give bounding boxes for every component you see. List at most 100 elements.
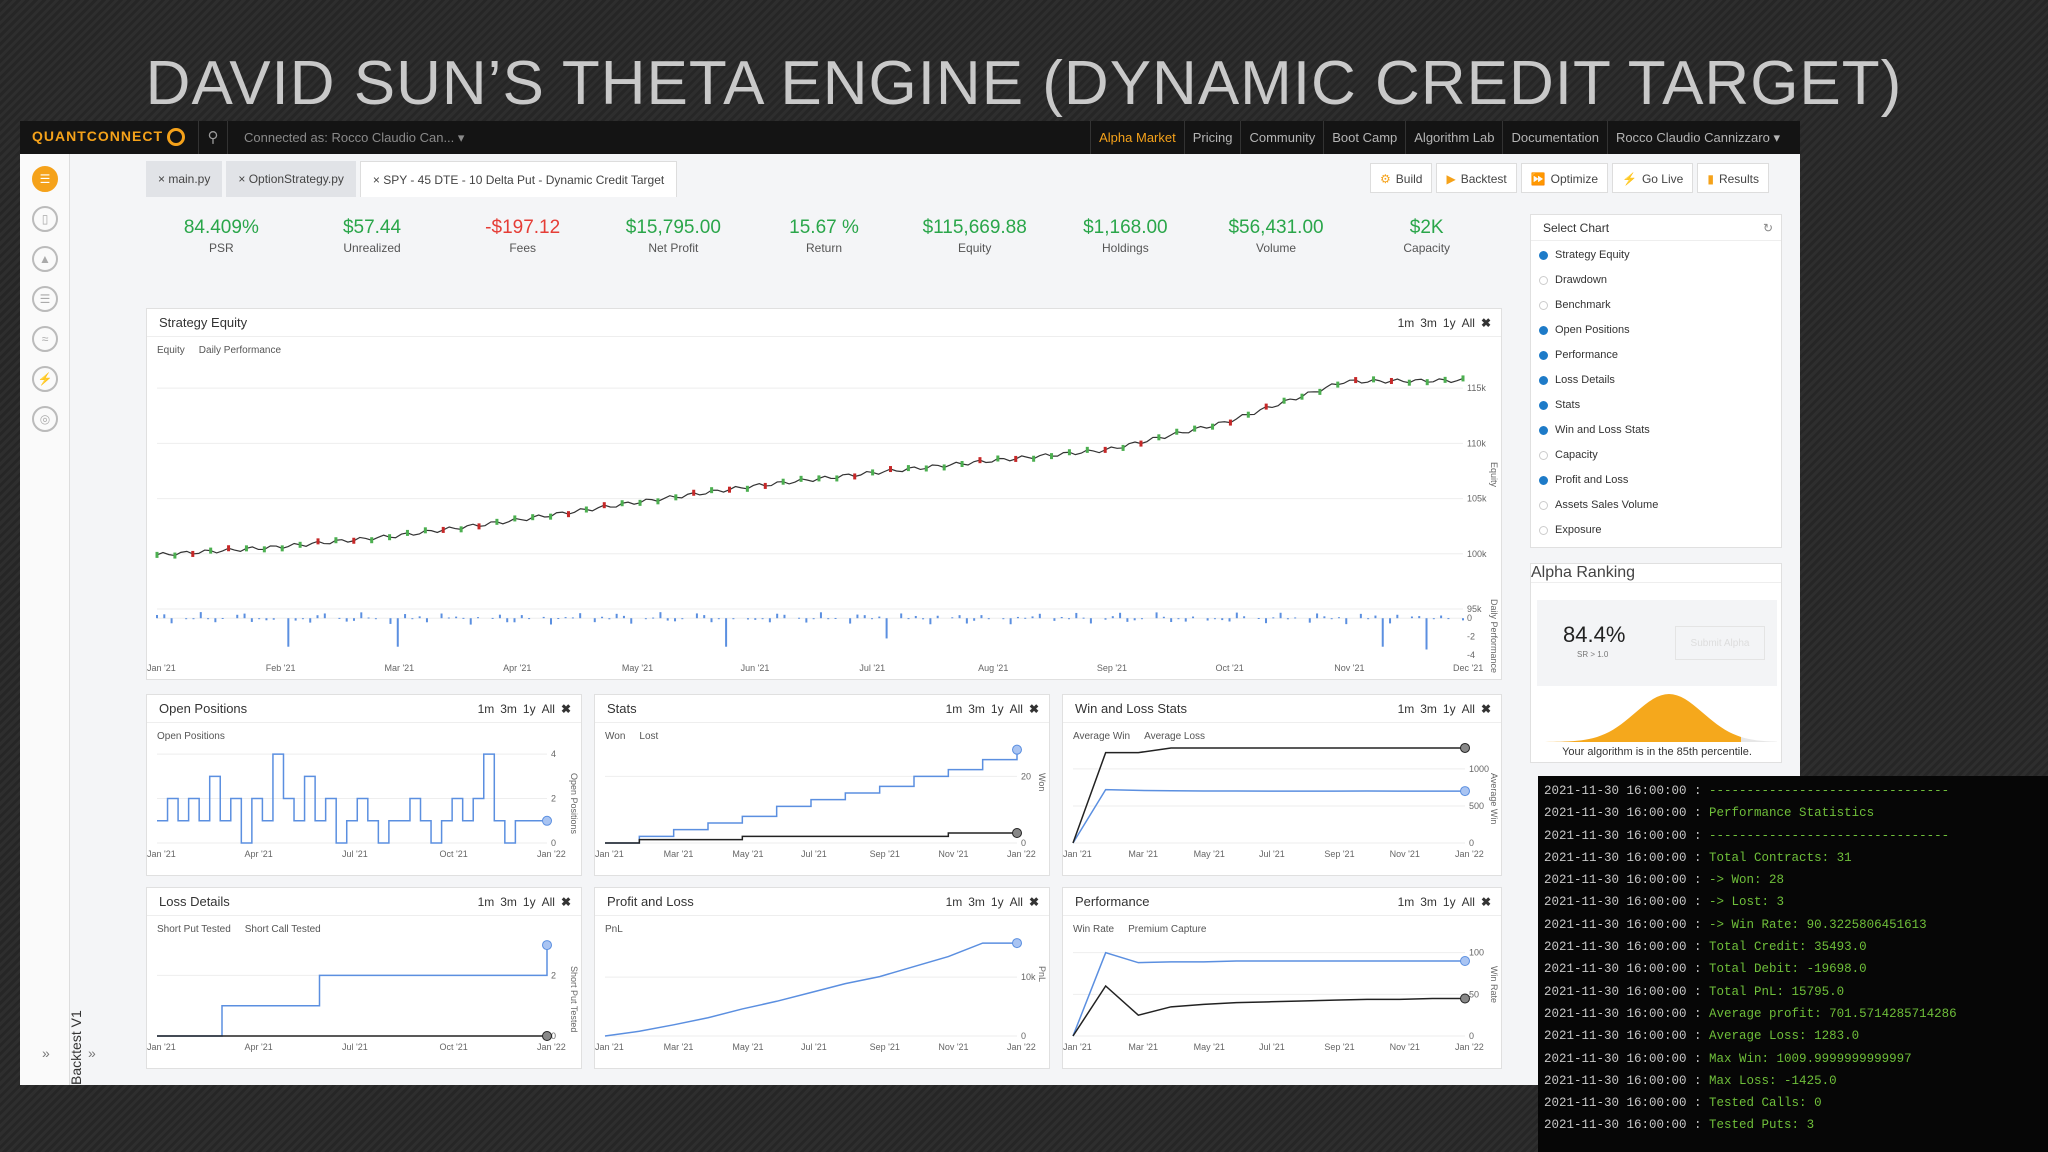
range-1m[interactable]: 1m (478, 702, 495, 716)
chart-option-drawdown[interactable]: Drawdown (1531, 268, 1781, 293)
range-1y[interactable]: 1y (523, 702, 536, 716)
close-icon[interactable]: ✖ (1481, 895, 1491, 909)
range-1m[interactable]: 1m (946, 702, 963, 716)
daily-bar (1381, 618, 1384, 647)
series-end-marker[interactable] (542, 940, 552, 951)
nav-link-5[interactable]: Documentation (1502, 121, 1606, 154)
range-3m[interactable]: 3m (1420, 702, 1437, 716)
results-button[interactable]: ▮ Results (1697, 163, 1769, 193)
console-line: 2021-11-30 16:00:00 : -> Won: 28 (1544, 869, 2048, 891)
lightning-icon[interactable]: ⚡ (32, 366, 58, 392)
series-end-marker[interactable] (542, 815, 552, 826)
series-end-marker[interactable] (1012, 828, 1022, 838)
chart-option-performance[interactable]: Performance (1531, 343, 1781, 368)
chart-option-stats[interactable]: Stats (1531, 393, 1781, 418)
daily-bar (849, 618, 852, 624)
range-1y[interactable]: 1y (1443, 702, 1456, 716)
range-1m[interactable]: 1m (1398, 895, 1415, 909)
series-end-marker[interactable] (542, 1031, 552, 1041)
range-All[interactable]: All (1462, 316, 1475, 330)
support-icon[interactable]: ◎ (32, 406, 58, 432)
range-1m[interactable]: 1m (1398, 316, 1415, 330)
nav-link-0[interactable]: Alpha Market (1090, 121, 1184, 154)
editor-tab-2[interactable]: × SPY - 45 DTE - 10 Delta Put - Dynamic … (359, 161, 678, 197)
chart-icon[interactable]: ≈ (32, 326, 58, 352)
editor-tab-0[interactable]: × main.py (146, 161, 223, 197)
range-1y[interactable]: 1y (991, 702, 1004, 716)
panel-title: Profit and Loss (607, 894, 694, 909)
range-3m[interactable]: 3m (968, 702, 985, 716)
chart-option-strategy-equity[interactable]: Strategy Equity (1531, 243, 1781, 268)
range-1y[interactable]: 1y (991, 895, 1004, 909)
daily-bar (1213, 618, 1216, 620)
chart-option-assets-sales-volume[interactable]: Assets Sales Volume (1531, 493, 1781, 518)
chart-option-loss-details[interactable]: Loss Details (1531, 368, 1781, 393)
chart-option-open-positions[interactable]: Open Positions (1531, 318, 1781, 343)
close-icon[interactable]: ✖ (561, 895, 571, 909)
refresh-icon[interactable]: ↻ (1763, 215, 1773, 241)
backtest-button[interactable]: ▶ Backtest (1436, 163, 1517, 193)
series-end-marker[interactable] (1460, 742, 1470, 753)
close-icon[interactable]: ✖ (1029, 702, 1039, 716)
database-icon[interactable]: ☰ (32, 286, 58, 312)
close-icon[interactable]: ✖ (1481, 316, 1491, 330)
range-All[interactable]: All (1010, 702, 1023, 716)
series-end-marker[interactable] (1012, 744, 1022, 755)
range-1m[interactable]: 1m (478, 895, 495, 909)
range-3m[interactable]: 3m (500, 702, 517, 716)
range-1y[interactable]: 1y (1443, 316, 1456, 330)
submit-alpha-button[interactable]: Submit Alpha (1675, 626, 1765, 660)
expand-panel-icon[interactable]: » (88, 1045, 96, 1061)
layers-icon[interactable]: ☰ (32, 166, 58, 192)
console-line: 2021-11-30 16:00:00 : Max Loss: -1425.0 (1544, 1070, 2048, 1092)
daily-bar (827, 618, 830, 620)
daily-bar (1323, 616, 1326, 619)
range-1y[interactable]: 1y (523, 895, 536, 909)
nav-link-1[interactable]: Pricing (1183, 121, 1241, 154)
series-end-marker[interactable] (1460, 993, 1470, 1004)
range-All[interactable]: All (1462, 895, 1475, 909)
close-icon[interactable]: ✖ (1029, 895, 1039, 909)
close-icon[interactable]: ✖ (561, 702, 571, 716)
range-All[interactable]: All (542, 895, 555, 909)
nav-link-4[interactable]: Algorithm Lab (1405, 121, 1502, 154)
range-1m[interactable]: 1m (946, 895, 963, 909)
equity-candle (155, 551, 159, 558)
range-All[interactable]: All (1010, 895, 1023, 909)
y-axis-label: PnL (1037, 966, 1047, 982)
series-end-marker[interactable] (1460, 956, 1470, 966)
range-3m[interactable]: 3m (1420, 895, 1437, 909)
quantconnect-logo[interactable]: QUANTCONNECT (32, 128, 185, 147)
range-3m[interactable]: 3m (968, 895, 985, 909)
optimize-button[interactable]: ⏩ Optimize (1520, 163, 1609, 193)
console-message: Tested Puts: 3 (1709, 1118, 1815, 1133)
range-1m[interactable]: 1m (1398, 702, 1415, 716)
chart-option-win-and-loss-stats[interactable]: Win and Loss Stats (1531, 418, 1781, 443)
nav-link-2[interactable]: Community (1240, 121, 1323, 154)
range-1y[interactable]: 1y (1443, 895, 1456, 909)
chart-option-exposure[interactable]: Exposure (1531, 518, 1781, 543)
chart-option-profit-and-loss[interactable]: Profit and Loss (1531, 468, 1781, 493)
document-icon[interactable]: ▯ (32, 206, 58, 232)
equity-candle (674, 494, 678, 501)
range-3m[interactable]: 3m (500, 895, 517, 909)
range-All[interactable]: All (1462, 702, 1475, 716)
editor-tab-1[interactable]: × OptionStrategy.py (226, 161, 356, 197)
series-end-marker[interactable] (1460, 786, 1470, 797)
range-All[interactable]: All (542, 702, 555, 716)
build-button[interactable]: ⚙ Build (1370, 163, 1433, 193)
chart-option-capacity[interactable]: Capacity (1531, 443, 1781, 468)
nav-link-3[interactable]: Boot Camp (1323, 121, 1405, 154)
series-end-marker[interactable] (1012, 938, 1022, 949)
go-live-button[interactable]: ⚡ Go Live (1612, 163, 1694, 193)
chart-option-benchmark[interactable]: Benchmark (1531, 293, 1781, 318)
y-axis-label: Short Put Tested (569, 966, 579, 1032)
close-icon[interactable]: ✖ (1481, 702, 1491, 716)
graduation-cap-icon[interactable]: ▲ (32, 246, 58, 272)
expand-sidebar-icon[interactable]: » (42, 1045, 50, 1061)
connected-user-dropdown[interactable]: Connected as: Rocco Claudio Can... ▾ (236, 121, 472, 154)
range-3m[interactable]: 3m (1420, 316, 1437, 330)
x-tick-label: May '21 (622, 663, 653, 673)
search-icon[interactable]: ⚲ (198, 121, 228, 154)
nav-link-6[interactable]: Rocco Claudio Cannizzaro ▾ (1606, 121, 1788, 154)
